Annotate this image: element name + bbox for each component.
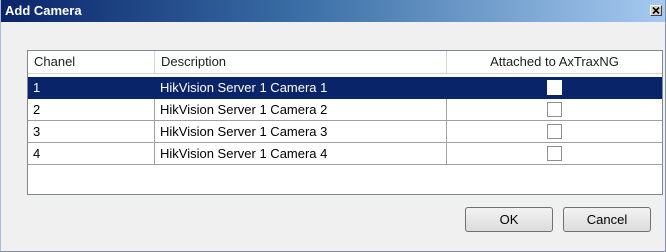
close-button[interactable] (650, 5, 662, 16)
table-row[interactable]: 3 HikVision Server 1 Camera 3 (28, 121, 662, 143)
grid-header: Chanel Description Attached to AxTraxNG (28, 51, 662, 74)
description-cell[interactable]: HikVision Server 1 Camera 1 (155, 77, 447, 99)
column-header-description[interactable]: Description (155, 51, 447, 73)
attached-checkbox[interactable] (547, 80, 562, 95)
camera-grid[interactable]: Chanel Description Attached to AxTraxNG … (27, 50, 663, 195)
description-cell[interactable]: HikVision Server 1 Camera 3 (155, 121, 447, 143)
channel-cell[interactable]: 3 (28, 121, 155, 143)
channel-cell[interactable]: 4 (28, 143, 155, 165)
add-camera-dialog: Add Camera Chanel Description Attached t… (0, 0, 666, 252)
column-header-attached[interactable]: Attached to AxTraxNG (447, 51, 662, 73)
cancel-button[interactable]: Cancel (563, 207, 651, 232)
table-row[interactable]: 4 HikVision Server 1 Camera 4 (28, 143, 662, 165)
description-cell[interactable]: HikVision Server 1 Camera 4 (155, 143, 447, 165)
description-cell[interactable]: HikVision Server 1 Camera 2 (155, 99, 447, 121)
attached-cell[interactable] (447, 77, 662, 99)
attached-checkbox[interactable] (547, 102, 562, 117)
column-header-chanel[interactable]: Chanel (28, 51, 155, 73)
dialog-title: Add Camera (5, 3, 82, 18)
attached-cell[interactable] (447, 99, 662, 121)
table-row[interactable]: 1 HikVision Server 1 Camera 1 (28, 77, 662, 99)
title-bar[interactable]: Add Camera (1, 0, 665, 22)
ok-button[interactable]: OK (465, 207, 553, 232)
close-icon (652, 7, 660, 14)
attached-cell[interactable] (447, 121, 662, 143)
attached-cell[interactable] (447, 143, 662, 165)
attached-checkbox[interactable] (547, 124, 562, 139)
attached-checkbox[interactable] (547, 146, 562, 161)
channel-cell[interactable]: 1 (28, 77, 155, 99)
table-row[interactable]: 2 HikVision Server 1 Camera 2 (28, 99, 662, 121)
channel-cell[interactable]: 2 (28, 99, 155, 121)
